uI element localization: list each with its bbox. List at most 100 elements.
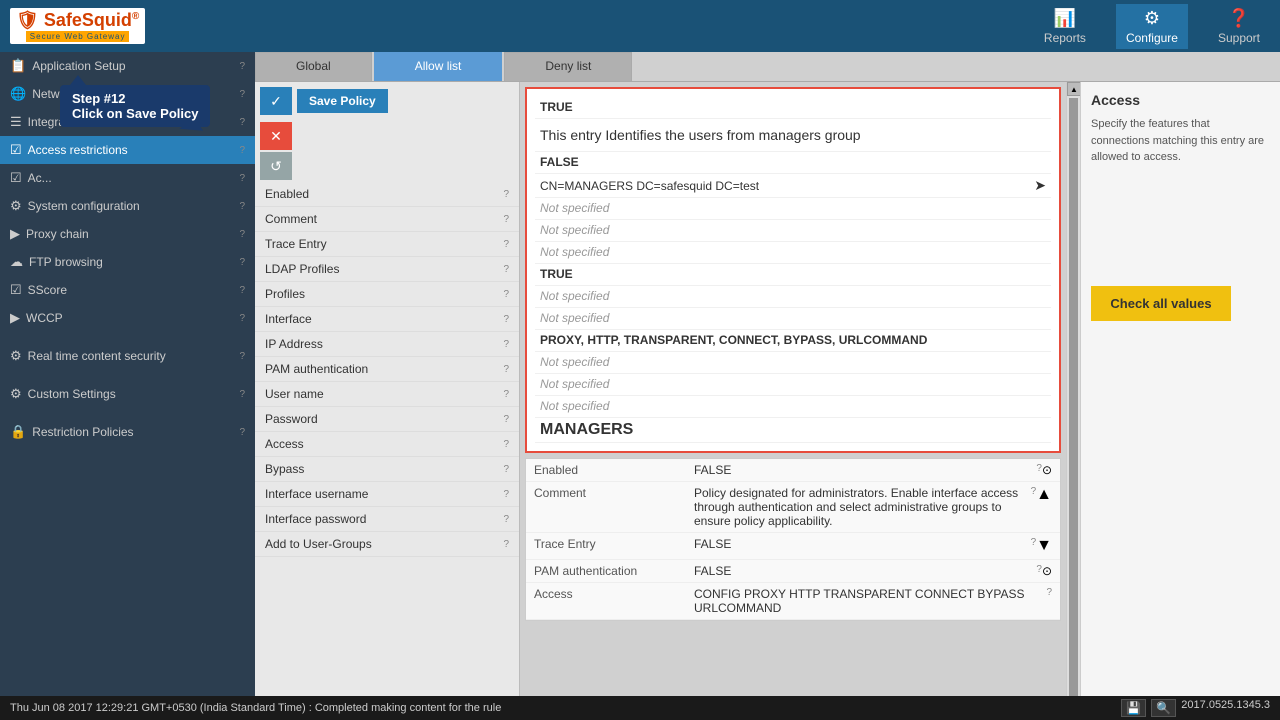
access-icon: ☑	[10, 142, 22, 158]
sidebar-item-sscore[interactable]: ☑ SScore ?	[0, 276, 255, 304]
entry2-trace-dropdown[interactable]: ▼	[1036, 537, 1052, 555]
sidebar-item-access-label: Access restrictions	[28, 143, 128, 157]
sidebar-item-ac2[interactable]: ☑ Ac... ?	[0, 164, 255, 192]
status-search-icon[interactable]: 🔍	[1151, 699, 1176, 717]
field-bypass[interactable]: Bypass ?	[255, 457, 519, 482]
field-pam-auth[interactable]: PAM authentication ?	[255, 357, 519, 382]
sidebar-item-access-restrictions[interactable]: ☑ Access restrictions ?	[0, 136, 255, 164]
if-pass-help: ?	[503, 514, 509, 525]
status-save-icon[interactable]: 💾	[1121, 699, 1146, 717]
sscore-help: ?	[239, 285, 245, 296]
header-nav: 📊 Reports ⚙ Configure ❓ Support	[1034, 4, 1270, 49]
proxy-help: ?	[239, 229, 245, 240]
save-policy-button[interactable]: Save Policy	[297, 89, 388, 113]
tab-global[interactable]: Global	[255, 52, 372, 81]
nav-support[interactable]: ❓ Support	[1208, 4, 1270, 49]
sscore-icon: ☑	[10, 282, 22, 298]
sidebar-item-custom-settings[interactable]: ⚙ Custom Settings ?	[0, 380, 255, 408]
field-trace-entry[interactable]: Trace Entry ?	[255, 232, 519, 257]
field-add-to-user-groups[interactable]: Add to User-Groups ?	[255, 532, 519, 557]
access-panel-title: Access	[1091, 92, 1270, 108]
card-profiles-value: Not specified	[535, 198, 1051, 220]
card-trace-value: FALSE	[535, 152, 1051, 174]
field-ldap-profiles[interactable]: LDAP Profiles ?	[255, 257, 519, 282]
field-user-name[interactable]: User name ?	[255, 382, 519, 407]
content-area: ✓ Save Policy ✕ ↺ Enabled ? Comment ?	[255, 82, 1280, 720]
field-password[interactable]: Password ?	[255, 407, 519, 432]
field-interface-username[interactable]: Interface username ?	[255, 482, 519, 507]
integrate-ldap-icon: ☰	[10, 114, 22, 130]
step-tooltip[interactable]: Step #12 Click on Save Policy	[60, 85, 210, 127]
nav-reports[interactable]: 📊 Reports	[1034, 4, 1096, 49]
custom-icon: ⚙	[10, 386, 22, 402]
card-ip-value: Not specified	[535, 242, 1051, 264]
main: Global Allow list Deny list ✓ Save Polic…	[255, 52, 1280, 720]
sidebar-item-restriction-policies[interactable]: 🔒 Restriction Policies ?	[0, 418, 255, 446]
card-ifuser-value: Not specified	[535, 374, 1051, 396]
entry2-settings-icon[interactable]: ⊙	[1042, 463, 1052, 477]
header: 🛡 SafeSquid® Secure Web Gateway 📊 Report…	[0, 0, 1280, 52]
status-text: Thu Jun 08 2017 12:29:21 GMT+0530 (India…	[10, 702, 501, 714]
tab-deny-list[interactable]: Deny list	[504, 52, 632, 81]
scroll-thumb[interactable]	[1069, 98, 1078, 704]
ip-help: ?	[503, 339, 509, 350]
pam-help: ?	[503, 364, 509, 375]
sidebar-item-ac2-label: Ac...	[28, 171, 52, 185]
scroll-up-btn[interactable]: ▲	[1067, 82, 1081, 96]
nav-configure[interactable]: ⚙ Configure	[1116, 4, 1188, 49]
field-list: Enabled ? Comment ? Trace Entry ? LDAP P…	[255, 182, 519, 720]
sidebar-item-real-time-content[interactable]: ⚙ Real time content security ?	[0, 342, 255, 370]
comment-help-icon: ?	[503, 214, 509, 225]
sidebar-item-wccp[interactable]: ▶ WCCP ?	[0, 304, 255, 332]
sidebar-item-proxy-chain[interactable]: ▶ Proxy chain ?	[0, 220, 255, 248]
step-action: Click on Save Policy	[72, 106, 198, 121]
field-interface-password[interactable]: Interface password ?	[255, 507, 519, 532]
sidebar-item-system-config-label: System configuration	[28, 199, 140, 213]
application-setup-help: ?	[239, 61, 245, 72]
logo-area: 🛡 SafeSquid® Secure Web Gateway	[10, 8, 1034, 44]
ldap-help: ?	[239, 117, 245, 128]
entry2-comment-up[interactable]: ▲	[1036, 486, 1052, 504]
entry2-trace-row: Trace Entry FALSE ? ▼	[526, 533, 1060, 560]
access-panel-description: Specify the features that connections ma…	[1091, 116, 1270, 166]
send-icon: ➤	[1034, 177, 1046, 194]
entry2-enabled-row: Enabled FALSE ? ⊙	[526, 459, 1060, 482]
field-enabled[interactable]: Enabled ?	[255, 182, 519, 207]
groups-help: ?	[503, 539, 509, 550]
entry2-pam-settings[interactable]: ⊙	[1042, 564, 1052, 578]
ac2-help: ?	[239, 173, 245, 184]
card-container[interactable]: TRUE This entry Identifies the users fro…	[520, 82, 1066, 720]
card-password-value: Not specified	[535, 308, 1051, 330]
real-time-icon: ⚙	[10, 348, 22, 364]
field-profiles[interactable]: Profiles ?	[255, 282, 519, 307]
sidebar-item-ftp-label: FTP browsing	[29, 255, 103, 269]
bypass-help: ?	[503, 464, 509, 475]
field-ip-address[interactable]: IP Address ?	[255, 332, 519, 357]
field-interface[interactable]: Interface ?	[255, 307, 519, 332]
support-icon: ❓	[1228, 8, 1250, 29]
tab-bar: Global Allow list Deny list	[255, 52, 1280, 82]
access-field-help: ?	[503, 439, 509, 450]
sidebar-item-restriction-label: Restriction Policies	[32, 425, 133, 439]
logo-title: 🛡 SafeSquid®	[16, 10, 139, 31]
delete-button[interactable]: ✕	[260, 122, 292, 150]
interface-help: ?	[503, 314, 509, 325]
tab-allow-list[interactable]: Allow list	[374, 52, 503, 81]
realtime-help: ?	[239, 351, 245, 362]
wccp-icon: ▶	[10, 310, 20, 326]
status-icons: 💾 🔍 2017.0525.1345.3	[1121, 699, 1270, 717]
status-bar: Thu Jun 08 2017 12:29:21 GMT+0530 (India…	[0, 696, 1280, 720]
sidebar-item-application-setup[interactable]: 📋 Application Setup ?	[0, 52, 255, 80]
scrollbar[interactable]: ▲ ▼	[1066, 82, 1080, 720]
username-help: ?	[503, 389, 509, 400]
network-help: ?	[239, 89, 245, 100]
check-all-values-button[interactable]: Check all values	[1091, 286, 1231, 321]
reset-button[interactable]: ↺	[260, 152, 292, 180]
sidebar-item-system-configuration[interactable]: ⚙ System configuration ?	[0, 192, 255, 220]
field-comment[interactable]: Comment ?	[255, 207, 519, 232]
logo: 🛡 SafeSquid® Secure Web Gateway	[10, 8, 145, 44]
check-button[interactable]: ✓	[260, 87, 292, 115]
field-access[interactable]: Access ?	[255, 432, 519, 457]
sidebar-item-ftp-browsing[interactable]: ☁ FTP browsing ?	[0, 248, 255, 276]
access-help: ?	[239, 145, 245, 156]
